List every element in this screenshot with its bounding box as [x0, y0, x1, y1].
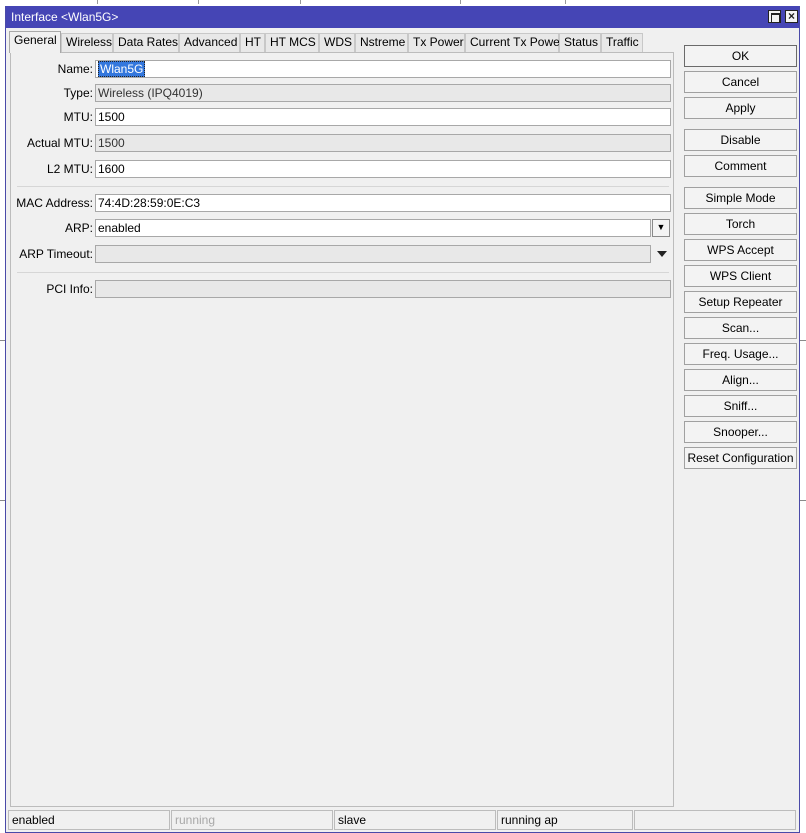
tab-data-rates[interactable]: Data Rates — [113, 33, 179, 52]
apply-button[interactable]: Apply — [684, 97, 797, 119]
simple-mode-button[interactable]: Simple Mode — [684, 187, 797, 209]
l2-mtu-label: L2 MTU: — [46, 162, 93, 176]
tab-ht[interactable]: HT — [240, 33, 265, 52]
titlebar[interactable]: Interface <Wlan5G> × — [6, 6, 799, 28]
wps-client-button[interactable]: WPS Client — [684, 265, 797, 287]
pci-label: PCI Info: — [46, 282, 93, 296]
status-state: enabled — [8, 810, 170, 830]
ok-button[interactable]: OK — [684, 45, 797, 67]
torch-button[interactable]: Torch — [684, 213, 797, 235]
tab-current-tx-power[interactable]: Current Tx Power — [465, 33, 564, 52]
status-mode: slave — [334, 810, 496, 830]
scan-button[interactable]: Scan... — [684, 317, 797, 339]
type-field: Wireless (IPQ4019) — [95, 84, 671, 102]
background-divider — [800, 340, 806, 341]
freq-usage-button[interactable]: Freq. Usage... — [684, 343, 797, 365]
arp-timeout-label: ARP Timeout: — [19, 247, 93, 261]
name-value: Wlan5G — [98, 61, 146, 77]
comment-button[interactable]: Comment — [684, 155, 797, 177]
actual-mtu-field: 1500 — [95, 134, 671, 152]
section-divider — [17, 186, 669, 187]
sniff-button[interactable]: Sniff... — [684, 395, 797, 417]
wps-accept-button[interactable]: WPS Accept — [684, 239, 797, 261]
mtu-field[interactable]: 1500 — [95, 108, 671, 126]
tab-traffic[interactable]: Traffic — [601, 33, 643, 52]
tab-nstreme[interactable]: Nstreme — [355, 33, 408, 52]
reset-configuration-button[interactable]: Reset Configuration — [684, 447, 797, 469]
mtu-label: MTU: — [63, 110, 93, 124]
actual-mtu-label: Actual MTU: — [26, 136, 93, 150]
tab-wds[interactable]: WDS — [319, 33, 355, 52]
name-field[interactable]: Wlan5G — [95, 60, 671, 78]
background-divider — [800, 500, 806, 501]
window-title: Interface <Wlan5G> — [11, 10, 119, 24]
pci-field — [95, 280, 671, 298]
type-label: Type: — [63, 86, 93, 100]
setup-repeater-button[interactable]: Setup Repeater — [684, 291, 797, 313]
arp-select[interactable]: enabled — [95, 219, 651, 237]
tab-status[interactable]: Status — [559, 33, 601, 52]
close-icon[interactable]: × — [785, 10, 798, 23]
l2-mtu-field[interactable]: 1600 — [95, 160, 671, 178]
interface-dialog: Interface <Wlan5G> × General Wireless Da… — [5, 6, 800, 833]
tab-general[interactable]: General — [9, 31, 61, 53]
status-bar: enabled running slave running ap — [6, 808, 799, 832]
cancel-button[interactable]: Cancel — [684, 71, 797, 93]
tab-advanced[interactable]: Advanced — [179, 33, 240, 52]
general-panel: Name: Wlan5G Type: Wireless (IPQ4019) MT… — [10, 52, 674, 807]
maximize-icon[interactable] — [768, 10, 781, 23]
mac-label: MAC Address: — [16, 196, 93, 210]
section-divider — [17, 272, 669, 273]
snooper-button[interactable]: Snooper... — [684, 421, 797, 443]
disable-button[interactable]: Disable — [684, 129, 797, 151]
name-label: Name: — [57, 62, 93, 76]
arp-timeout-field[interactable] — [95, 245, 651, 263]
background-window-right — [800, 0, 806, 833]
mac-field[interactable]: 74:4D:28:59:0E:C3 — [95, 194, 671, 212]
arp-label: ARP: — [64, 221, 93, 235]
tab-tx-power[interactable]: Tx Power — [408, 33, 465, 52]
expand-arrow-icon[interactable] — [657, 251, 667, 257]
tab-ht-mcs[interactable]: HT MCS — [265, 33, 319, 52]
align-button[interactable]: Align... — [684, 369, 797, 391]
status-extra — [634, 810, 796, 830]
status-running: running — [171, 810, 333, 830]
tab-wireless[interactable]: Wireless — [61, 33, 113, 52]
chevron-down-icon[interactable]: ▼ — [652, 219, 670, 237]
status-ap: running ap — [497, 810, 633, 830]
